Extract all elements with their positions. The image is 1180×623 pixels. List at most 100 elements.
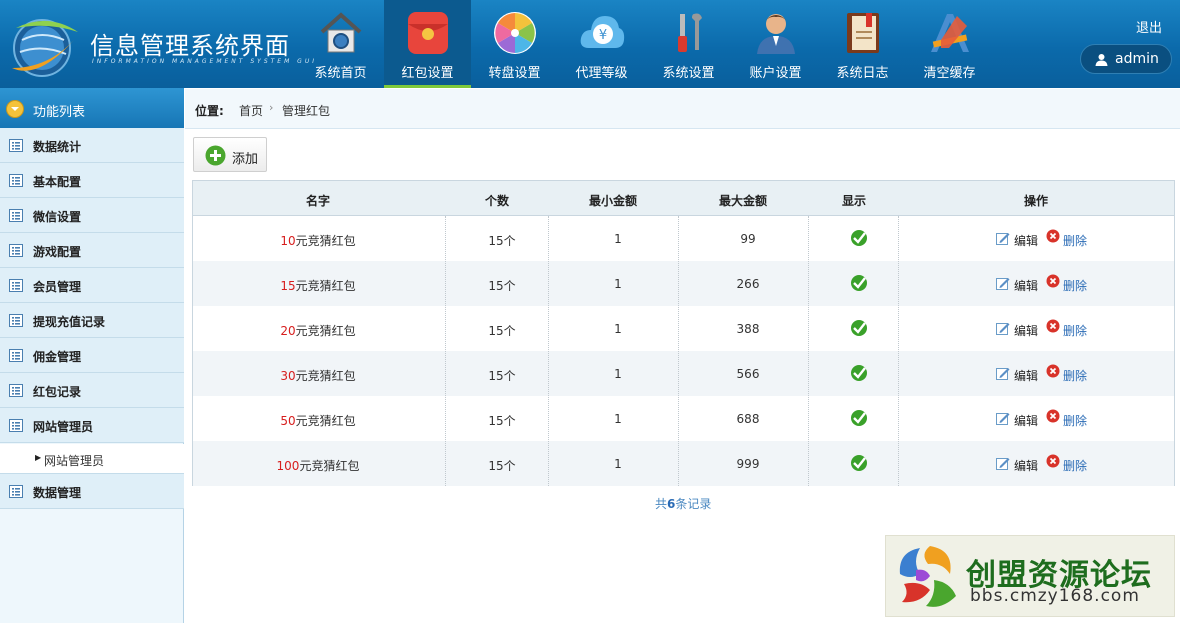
table-row: 10元竞猜红包 15个 1 99 编辑 删除	[193, 216, 1174, 261]
edit-link[interactable]: 编辑	[1014, 277, 1038, 294]
table-row: 20元竞猜红包 15个 1 388 编辑 删除	[193, 306, 1174, 351]
delete-link[interactable]: 删除	[1063, 412, 1087, 429]
sidebar-item-red-envelope-records[interactable]: 红包记录	[0, 373, 184, 408]
nav-label: 系统首页	[314, 66, 367, 81]
nav-wheel[interactable]: 转盘设置	[471, 0, 558, 88]
edit-link[interactable]: 编辑	[1014, 412, 1038, 429]
sidebar-subitem-label: 网站管理员	[44, 454, 105, 468]
nav-label: 系统日志	[836, 66, 889, 81]
edit-link[interactable]: 编辑	[1014, 232, 1038, 249]
edit-icon[interactable]	[996, 366, 1010, 380]
row-actions: 编辑 删除	[996, 229, 1096, 249]
tools-icon	[678, 13, 702, 52]
sidebar-item-game-config[interactable]: 游戏配置	[0, 233, 184, 268]
sidebar-item-wechat-settings[interactable]: 微信设置	[0, 198, 184, 233]
delete-icon[interactable]	[1046, 454, 1060, 468]
add-button-label: 添加	[232, 152, 259, 167]
chevron-down-circle-icon	[6, 100, 24, 118]
row-actions: 编辑 删除	[996, 319, 1096, 339]
cell-name-amount: 30	[280, 369, 296, 383]
delete-link[interactable]: 删除	[1063, 322, 1087, 339]
sidebar-item-basic-config[interactable]: 基本配置	[0, 163, 184, 198]
list-icon	[9, 244, 23, 257]
nav-system-settings[interactable]: 系统设置	[645, 0, 732, 88]
cell-name: 10元竞猜红包	[253, 232, 383, 249]
forum-watermark: 创盟资源论坛 bbs.cmzy168.com	[885, 535, 1175, 617]
sidebar-header[interactable]: 功能列表	[0, 88, 184, 128]
edit-icon[interactable]	[996, 456, 1010, 470]
cell-count: 15个	[488, 279, 516, 293]
user-account-icon	[757, 14, 795, 54]
cell-min-amount: 1	[614, 322, 622, 336]
sidebar-subitem-site-admin[interactable]: ▶ 网站管理员	[0, 444, 184, 474]
list-icon	[9, 174, 23, 187]
edit-icon[interactable]	[996, 231, 1010, 245]
cell-name: 15元竞猜红包	[253, 277, 383, 294]
record-count: 共6条记录	[655, 495, 711, 512]
sidebar-item-commission-management[interactable]: 佣金管理	[0, 338, 184, 373]
add-button[interactable]: 添加	[193, 137, 267, 172]
breadcrumb-home-link[interactable]: 首页	[239, 102, 263, 119]
red-envelope-icon	[408, 12, 448, 54]
edit-icon[interactable]	[996, 276, 1010, 290]
list-icon	[9, 139, 23, 152]
breadcrumb-current: 管理红包	[282, 104, 331, 118]
edit-link[interactable]: 编辑	[1014, 322, 1038, 339]
row-actions: 编辑 删除	[996, 409, 1096, 429]
row-actions: 编辑 删除	[996, 364, 1096, 384]
delete-icon[interactable]	[1046, 229, 1060, 243]
column-header-max: 最大金额	[718, 194, 767, 208]
edit-icon[interactable]	[996, 411, 1010, 425]
sidebar-item-label: 基本配置	[33, 175, 82, 189]
nav-clear-cache[interactable]: 清空缓存	[906, 0, 993, 88]
delete-icon[interactable]	[1046, 364, 1060, 378]
column-divider	[548, 216, 549, 486]
breadcrumb-separator: ›	[269, 101, 274, 114]
cell-name: 50元竞猜红包	[253, 412, 383, 429]
nav-home[interactable]: 系统首页	[297, 0, 384, 88]
triangle-right-icon: ▶	[35, 453, 42, 462]
sidebar-item-data-stats[interactable]: 数据统计	[0, 128, 184, 163]
delete-link[interactable]: 删除	[1063, 367, 1087, 384]
cell-name-amount: 15	[280, 279, 296, 293]
sidebar-item-withdraw-recharge-records[interactable]: 提现充值记录	[0, 303, 184, 338]
cell-name: 30元竞猜红包	[253, 367, 383, 384]
delete-link[interactable]: 删除	[1063, 277, 1087, 294]
cell-min-amount: 1	[614, 232, 622, 246]
color-wheel-icon	[494, 12, 536, 54]
cell-count: 15个	[488, 324, 516, 338]
log-book-icon	[847, 13, 879, 53]
sidebar-item-label: 红包记录	[33, 385, 82, 399]
cell-count: 15个	[488, 234, 516, 248]
edit-link[interactable]: 编辑	[1014, 367, 1038, 384]
cell-name-amount: 100	[276, 459, 300, 473]
sidebar-item-site-admin[interactable]: 网站管理员	[0, 408, 184, 443]
delete-link[interactable]: 删除	[1063, 232, 1087, 249]
table-row: 50元竞猜红包 15个 1 688 编辑 删除	[193, 396, 1174, 441]
check-icon	[851, 410, 867, 426]
app-root: 信息管理系统界面 INFORMATION MANAGEMENT SYSTEM G…	[0, 0, 1180, 623]
plus-circle-icon	[205, 145, 226, 166]
nav-account[interactable]: 账户设置	[732, 0, 819, 88]
edit-link[interactable]: 编辑	[1014, 457, 1038, 474]
globe-logo-icon	[12, 19, 78, 77]
nav-red-envelope[interactable]: 红包设置	[384, 0, 471, 88]
cell-max-amount: 388	[736, 322, 760, 336]
check-icon	[851, 320, 867, 336]
sidebar-item-data-management[interactable]: 数据管理	[0, 474, 184, 509]
sidebar-item-label: 网站管理员	[33, 420, 94, 434]
delete-icon[interactable]	[1046, 319, 1060, 333]
nav-agent-level[interactable]: ¥ 代理等级	[558, 0, 645, 88]
nav-system-log[interactable]: 系统日志	[819, 0, 906, 88]
logout-link[interactable]: 退出	[1136, 17, 1162, 36]
delete-icon[interactable]	[1046, 409, 1060, 423]
delete-icon[interactable]	[1046, 274, 1060, 288]
sidebar-item-member-management[interactable]: 会员管理	[0, 268, 184, 303]
app-subtitle: INFORMATION MANAGEMENT SYSTEM GUI	[92, 58, 317, 65]
edit-icon[interactable]	[996, 321, 1010, 335]
user-badge[interactable]: admin	[1080, 44, 1172, 74]
sidebar-item-label: 数据管理	[33, 486, 82, 500]
delete-link[interactable]: 删除	[1063, 457, 1087, 474]
nav-label: 系统设置	[662, 66, 715, 81]
house-icon	[320, 12, 362, 53]
